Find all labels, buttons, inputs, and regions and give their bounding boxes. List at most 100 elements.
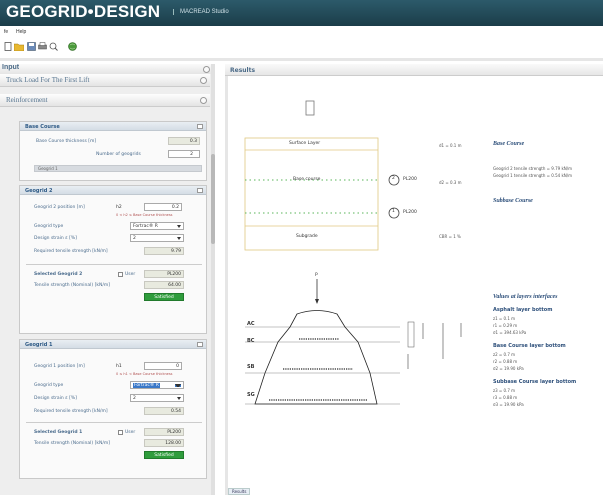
geogrid2-status-badge: Satisfied xyxy=(144,293,184,301)
basecourse-line-2: r2 = 0.88 m xyxy=(493,359,518,364)
geogrid1-section: Geogrid 1 Geogrid 1 position [m] h1 0 0 … xyxy=(19,339,207,479)
geogrid2-user-label: User xyxy=(125,272,136,277)
values-interfaces-title: Values at layers interfaces xyxy=(493,294,558,300)
new-file-icon[interactable] xyxy=(4,42,12,51)
collapse-icon[interactable] xyxy=(197,124,203,129)
save-icon[interactable] xyxy=(27,42,36,51)
base-course-title: Base Course xyxy=(25,124,60,130)
geogrid1-strain-value: 2 xyxy=(133,396,136,401)
collapse-icon[interactable] xyxy=(197,342,203,347)
results-header: Results xyxy=(225,64,603,76)
asphalt-line-1: z1 = 0.1 m xyxy=(493,316,516,321)
results-panel: Results Surface Layer Base course Subgra… xyxy=(225,64,603,495)
geogrid1-selected-field[interactable]: PL200 xyxy=(144,428,184,436)
print-icon[interactable] xyxy=(38,42,47,51)
geogrid1-elevation-field[interactable]: 0 xyxy=(144,362,182,370)
subbase-line-2: r3 = 0.88 m xyxy=(493,395,518,400)
geogrid2-hint: 0 < h2 ≤ Base Course thickness xyxy=(116,213,173,217)
asphalt-line-3: σ1 = 394.63 kPa xyxy=(493,330,527,335)
geogrid2-tensile-label: Tensile strength (Nominal) [kN/m] xyxy=(34,283,110,288)
geogrid2-required-label: Required tensile strength [kN/m] xyxy=(34,249,108,254)
panel-pin-icon[interactable] xyxy=(203,66,210,73)
menu-help[interactable]: Help xyxy=(16,29,26,35)
left-scrollbar-thumb[interactable] xyxy=(211,154,215,244)
bc-layer-label: BC xyxy=(247,338,255,344)
truck-load-label: Truck Load For The First Lift xyxy=(6,76,90,84)
geogrid-num-1: 1 xyxy=(392,209,395,214)
geogrid1-tensile-label: Tensile strength (Nominal) [kN/m] xyxy=(34,441,110,446)
geogrid2-elevation-field[interactable]: 0.2 xyxy=(144,203,182,211)
geogrid1-title: Geogrid 1 xyxy=(25,342,53,348)
geogrid-pl-bottom: PL200 xyxy=(403,210,417,215)
load-p-label: P xyxy=(315,273,318,278)
geogrid1-selected-label: Selected Geogrid 1 xyxy=(34,430,83,435)
surface-layer-label: Surface Layer xyxy=(289,141,321,146)
reinforcement-label: Reinforcement xyxy=(6,96,48,104)
left-scrollbar-track[interactable] xyxy=(211,64,215,495)
base-course-line-2: Geogrid 1 tensile strength = 0.54 kN/m xyxy=(493,173,573,178)
geogrid2-h2-symbol: h2 xyxy=(116,205,122,210)
expand-truck-icon[interactable] xyxy=(200,77,207,84)
geogrid2-elevation-label: Geogrid 2 position [m] xyxy=(34,205,85,210)
toolbar xyxy=(0,38,603,56)
open-folder-icon[interactable] xyxy=(14,42,24,51)
geogrid-num-2: 2 xyxy=(392,176,395,181)
basecourse-bottom-title: Base Course layer bottom xyxy=(493,343,566,349)
num-geogrids-label: Number of geogrids xyxy=(96,152,141,157)
basecourse-line-1: z2 = 0.7 m xyxy=(493,352,516,357)
menu-file[interactable]: fe xyxy=(4,29,8,35)
menu-bar: fe Help xyxy=(0,26,603,38)
app-subtitle: MACREAD Studio xyxy=(173,9,229,15)
divider xyxy=(26,422,202,423)
geogrid1-required-field: 0.54 xyxy=(144,407,184,415)
geogrid2-selected-field[interactable]: PL200 xyxy=(144,270,184,278)
num-geogrids-stepper[interactable]: 2 xyxy=(168,150,200,158)
collapse-icon[interactable] xyxy=(197,188,203,193)
geogrid1-status-badge: Satisfied xyxy=(144,451,184,459)
subbase-course-title: Subbase Course xyxy=(493,198,533,204)
geogrid2-type-label: Geogrid type xyxy=(34,224,64,229)
geogrid-subheader[interactable]: Geogrid 1 xyxy=(34,165,202,172)
geogrid1-elevation-label: Geogrid 1 position [m] xyxy=(34,364,85,369)
divider xyxy=(26,264,202,265)
sg-layer-label: SG xyxy=(247,392,255,398)
collapse-reinforcement-icon[interactable] xyxy=(200,97,207,104)
chevron-down-icon xyxy=(177,397,181,400)
geogrid1-h1-symbol: h1 xyxy=(116,364,122,369)
geogrid1-user-label: User xyxy=(125,430,136,435)
asphalt-bottom-title: Asphalt layer bottom xyxy=(493,307,553,313)
chevron-down-icon xyxy=(177,237,181,240)
geogrid1-strain-select[interactable]: 2 xyxy=(130,394,184,402)
base-course-results-title: Base Course xyxy=(493,141,525,147)
sb-layer-label: SB xyxy=(247,364,255,370)
asphalt-line-2: r1 = 0.29 m xyxy=(493,323,518,328)
zoom-icon[interactable] xyxy=(49,42,58,51)
stress-distribution-diagram xyxy=(245,279,462,405)
geogrid2-header[interactable]: Geogrid 2 xyxy=(20,186,206,195)
geogrid2-type-select[interactable]: Fortrac® R xyxy=(130,222,184,230)
results-bottom-tab[interactable]: Results xyxy=(228,488,251,495)
reinforcement-header[interactable]: Reinforcement xyxy=(0,94,210,107)
geogrid2-tensile-field: 64.00 xyxy=(144,281,184,289)
geogrid1-type-select[interactable]: Fortrac® R xyxy=(130,381,184,389)
subgrade-label: Subgrade xyxy=(296,234,318,239)
base-course-header[interactable]: Base Course xyxy=(20,122,206,131)
globe-icon[interactable] xyxy=(68,42,77,51)
geogrid2-section: Geogrid 2 Geogrid 2 position [m] h2 0.2 … xyxy=(19,185,207,334)
d2-value: d2 = 0.3 m xyxy=(439,180,462,185)
toolbar-separator xyxy=(0,58,603,61)
thickness-field[interactable]: 0.3 xyxy=(168,137,200,145)
geogrid1-header[interactable]: Geogrid 1 xyxy=(20,340,206,349)
geogrid2-required-field: 9.79 xyxy=(144,247,184,255)
collapsed-section-truck[interactable]: Truck Load For The First Lift xyxy=(0,74,210,87)
geogrid1-user-checkbox[interactable] xyxy=(118,430,123,435)
base-course-layer-label: Base course xyxy=(293,177,321,182)
input-panel: Input Truck Load For The First Lift Rein… xyxy=(0,64,215,495)
geogrid2-user-checkbox[interactable] xyxy=(118,272,123,277)
app-title: GEOGRID•DESIGN xyxy=(6,2,161,21)
geogrid1-type-value: Fortrac® R xyxy=(133,383,160,388)
title-bar: GEOGRID•DESIGN MACREAD Studio xyxy=(0,0,603,26)
geogrid2-title: Geogrid 2 xyxy=(25,188,53,194)
geogrid2-strain-label: Design strain ε [%] xyxy=(34,236,77,241)
geogrid2-strain-select[interactable]: 2 xyxy=(130,234,184,242)
